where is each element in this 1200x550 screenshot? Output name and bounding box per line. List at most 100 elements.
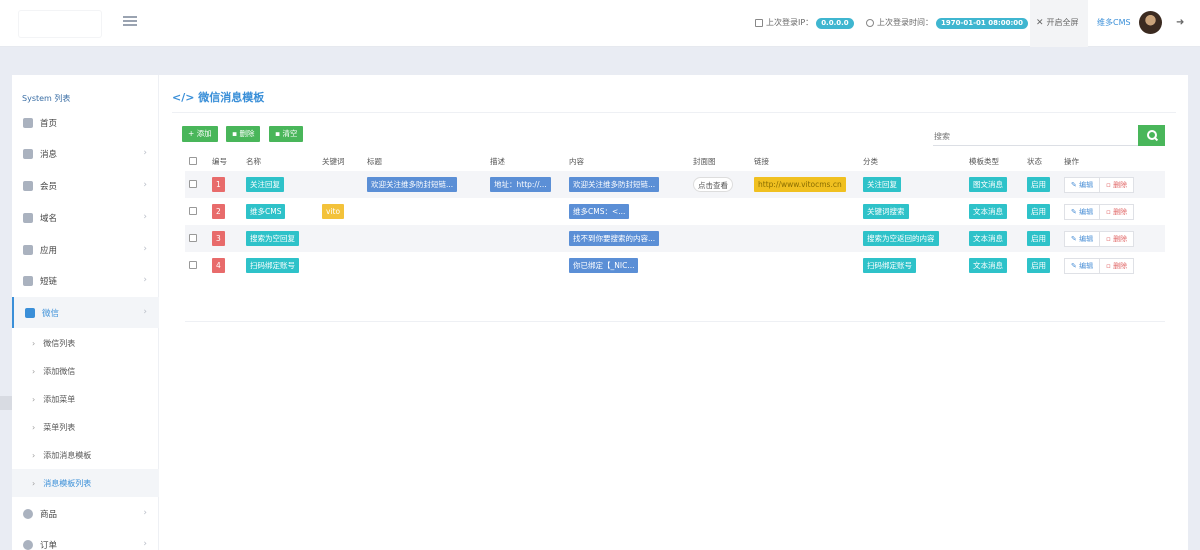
col-header-desc: 描述 (490, 157, 505, 166)
delete-button[interactable]: ▪ 删除 (226, 126, 261, 142)
sidebar-item-label: 订单 (40, 540, 58, 550)
logout-icon[interactable]: ➜ (1176, 16, 1184, 30)
sidebar-item-domain[interactable]: 域名 › (12, 202, 159, 233)
edit-button[interactable]: ✎ 编辑 (1064, 230, 1101, 247)
sidebar-sub-menu-list[interactable]: › 菜单列表 (12, 413, 159, 441)
sidebar-item-label: 短链 (40, 276, 58, 287)
col-header-id[interactable]: 编号 (208, 152, 242, 171)
cell-desc (486, 198, 565, 225)
sidebar-item-member[interactable]: 会员 › (12, 170, 159, 201)
col-header-keyword[interactable]: 关键词 (318, 152, 363, 171)
last-ip-label: 上次登录IP： (766, 18, 814, 27)
col-header-actions: 操作 (1064, 157, 1079, 166)
logo[interactable] (18, 10, 102, 38)
fullscreen-button[interactable]: ✕ 开启全屏 (1030, 0, 1088, 47)
row-checkbox[interactable] (189, 179, 197, 188)
status-badge[interactable]: 启用 (1027, 177, 1050, 192)
name-tag: 维多CMS (246, 204, 286, 219)
category-tag: 关注回复 (863, 177, 901, 192)
search-button[interactable] (1138, 125, 1165, 146)
cell-keyword (318, 171, 363, 198)
edit-button[interactable]: ✎ 编辑 (1064, 257, 1101, 274)
edit-button[interactable]: ✎ 编辑 (1064, 176, 1101, 193)
sidebar-item-app[interactable]: 应用 › (12, 234, 159, 265)
search-input[interactable] (933, 127, 1138, 146)
content-tag: 维多CMS：<... (569, 204, 630, 219)
link-icon (23, 212, 33, 223)
page-title: </> 微信消息模板 (172, 89, 264, 105)
fullscreen-content: ✕ 开启全屏 (1036, 16, 1079, 30)
sidebar-sub-add-wechat[interactable]: › 添加微信 (12, 357, 159, 385)
main-panel: System 列表 首页 消息 › 会员 › 域名 › 应用 › 短链 › 微信 › › 微信… (12, 75, 1188, 550)
select-all-checkbox[interactable] (189, 156, 197, 165)
sidebar-sub-label: 微信列表 (43, 338, 76, 348)
edit-label: 编辑 (1079, 261, 1094, 270)
cell-id: 1 (208, 171, 242, 198)
table-row: 4 扫码绑定账号 你已绑定【_NIC... 扫码绑定账号 文本消息 启用 ✎ 编… (185, 252, 1165, 279)
row-checkbox[interactable] (189, 260, 197, 269)
delete-row-button[interactable]: ▫ 删除 (1099, 230, 1135, 247)
sidebar-sub-label: 菜单列表 (43, 422, 76, 432)
cell-actions: ✎ 编辑 ▫ 删除 (1060, 252, 1165, 279)
wechat-icon (25, 307, 35, 318)
cell-link (750, 252, 859, 279)
chevron-right-icon: › (32, 394, 36, 404)
cell-keyword: vito (318, 198, 363, 225)
divider (185, 321, 1165, 322)
sidebar-item-home[interactable]: 首页 (12, 107, 159, 138)
status-badge[interactable]: 启用 (1027, 204, 1050, 219)
sidebar-sub-add-menu[interactable]: › 添加菜单 (12, 385, 159, 413)
user-name[interactable]: 维多CMS (1097, 16, 1131, 30)
row-checkbox[interactable] (189, 233, 197, 242)
view-cover-button[interactable]: 点击查看 (693, 177, 733, 192)
id-badge: 3 (212, 231, 225, 246)
sidebar-sub-template-list[interactable]: › 消息模板列表 (12, 469, 159, 497)
cell-type: 文本消息 (965, 198, 1023, 225)
edit-label: 编辑 (1079, 234, 1094, 243)
cell-name: 维多CMS (242, 198, 318, 225)
link-tag[interactable]: http://www.vitocms.cn (754, 177, 846, 192)
col-header-title: 标题 (367, 157, 382, 166)
edit-icon: ✎ (1071, 234, 1077, 243)
edit-icon: ✎ (1071, 180, 1077, 189)
sidebar-item-shortlink[interactable]: 短链 › (12, 265, 159, 296)
edit-button[interactable]: ✎ 编辑 (1064, 203, 1101, 220)
sidebar-item-wechat[interactable]: 微信 › (12, 297, 159, 328)
chevron-right-icon: › (143, 148, 147, 158)
delete-label: 删除 (1113, 180, 1128, 189)
status-badge[interactable]: 启用 (1027, 258, 1050, 273)
cell-status: 启用 (1023, 225, 1060, 252)
cell-actions: ✎ 编辑 ▫ 删除 (1060, 225, 1165, 252)
trash-icon: ▫ (1106, 180, 1111, 189)
edit-label: 编辑 (1079, 180, 1094, 189)
trash-icon: ▪ (232, 129, 238, 138)
row-select (185, 252, 208, 279)
cell-desc: 地址：http://... (486, 171, 565, 198)
sidebar-sub-wechat-list[interactable]: › 微信列表 (12, 329, 159, 357)
name-tag: 扫码绑定账号 (246, 258, 299, 273)
cell-type: 文本消息 (965, 252, 1023, 279)
status-badge[interactable]: 启用 (1027, 231, 1050, 246)
last-time-value: 1970-01-01 08:00:00 (936, 17, 1029, 29)
type-tag: 图文消息 (969, 177, 1007, 192)
cell-content: 找不到你要搜索的内容... (565, 225, 689, 252)
type-tag: 文本消息 (969, 258, 1007, 273)
sidebar-item-order[interactable]: 订单 › (12, 529, 159, 550)
sidebar-item-product[interactable]: 商品 › (12, 498, 159, 529)
sidebar-handle[interactable] (0, 396, 12, 410)
row-checkbox[interactable] (189, 206, 197, 215)
sidebar-sub-add-template[interactable]: › 添加消息模板 (12, 441, 159, 469)
delete-row-button[interactable]: ▫ 删除 (1099, 176, 1135, 193)
delete-row-button[interactable]: ▫ 删除 (1099, 257, 1135, 274)
clear-button[interactable]: ▪ 清空 (269, 126, 304, 142)
chevron-right-icon: › (32, 450, 36, 460)
edit-icon: ✎ (1071, 261, 1077, 270)
cell-category: 扫码绑定账号 (859, 252, 965, 279)
avatar[interactable] (1139, 11, 1162, 34)
sidebar-item-message[interactable]: 消息 › (12, 138, 159, 169)
menu-toggle-icon[interactable] (123, 16, 137, 28)
add-button[interactable]: + 添加 (182, 126, 218, 142)
delete-row-button[interactable]: ▫ 删除 (1099, 203, 1135, 220)
delete-button-label: 删除 (239, 129, 255, 138)
cell-keyword (318, 252, 363, 279)
